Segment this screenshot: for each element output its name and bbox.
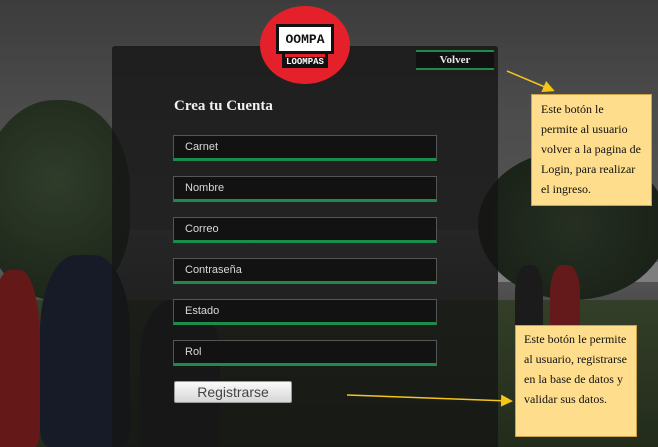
logo-text: OOMPA xyxy=(276,24,334,54)
register-button[interactable]: Registrarse xyxy=(174,381,292,403)
form-title: Crea tu Cuenta xyxy=(174,98,273,114)
name-field[interactable] xyxy=(173,176,437,202)
register-panel xyxy=(112,46,498,447)
email-field[interactable] xyxy=(173,217,437,243)
password-field[interactable] xyxy=(173,258,437,284)
logo-subtext: LOOMPAS xyxy=(283,57,327,68)
app-logo: OOMPA LOOMPAS xyxy=(260,6,350,84)
status-field[interactable] xyxy=(173,299,437,325)
carnet-field[interactable] xyxy=(173,135,437,161)
register-button-callout: Este botón le permite al usuario, regist… xyxy=(515,325,637,437)
role-field[interactable] xyxy=(173,340,437,366)
back-button[interactable]: Volver xyxy=(416,50,494,70)
back-button-callout: Este botón le permite al usuario volver … xyxy=(531,94,652,206)
